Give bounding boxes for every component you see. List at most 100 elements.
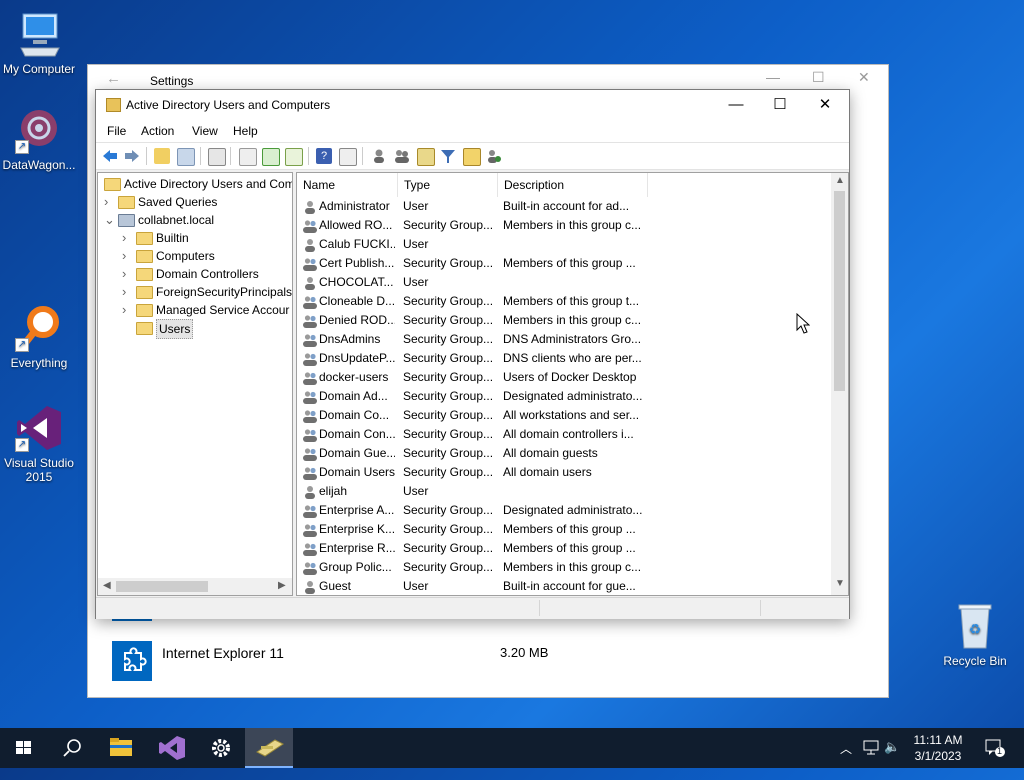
list-item[interactable]: elijah User	[297, 482, 831, 501]
chevron-right-icon[interactable]: ›	[122, 247, 132, 265]
scrollbar-thumb[interactable]	[116, 581, 208, 592]
menu-view[interactable]: View	[192, 124, 218, 138]
refresh-icon[interactable]	[262, 148, 280, 166]
network-icon[interactable]	[862, 738, 880, 778]
list-item[interactable]: DnsUpdateP... Security Group... DNS client…	[297, 349, 831, 368]
tree-node[interactable]: › Managed Service Accour	[122, 301, 292, 319]
desktop-icon-everything[interactable]: ↗ Everything	[0, 304, 81, 370]
console-tree[interactable]: Active Directory Users and Com › Saved Que…	[97, 172, 293, 596]
new-ou-icon[interactable]	[417, 148, 435, 166]
chevron-right-icon[interactable]: ›	[104, 193, 114, 211]
list-item[interactable]: Domain Co... Security Group... All worksta…	[297, 406, 831, 425]
notification-center-icon[interactable]: 1	[984, 738, 1006, 778]
up-folder-icon[interactable]	[154, 148, 170, 164]
tree-horizontal-scrollbar[interactable]: ◀ ▶	[98, 578, 292, 595]
tree-node[interactable]: › Computers	[122, 247, 292, 265]
cell-type: Security Group...	[403, 408, 494, 422]
list-item[interactable]: Cert Publish... Security Group... Members …	[297, 254, 831, 273]
close-icon[interactable]: ✕	[858, 69, 870, 86]
scroll-right-icon[interactable]: ▶	[278, 580, 286, 591]
scrollbar-thumb[interactable]	[834, 191, 845, 391]
title-bar[interactable]: Active Directory Users and Computers — ☐…	[96, 90, 849, 120]
details-list[interactable]: Name Type Description Administrator User B…	[296, 172, 849, 596]
properties-icon[interactable]	[239, 148, 257, 166]
aduc-window[interactable]: Active Directory Users and Computers — ☐…	[95, 89, 850, 619]
desktop-icon-recycle-bin[interactable]: ♻ Recycle Bin	[933, 602, 1017, 668]
chevron-right-icon[interactable]: ›	[122, 283, 132, 301]
export-list-icon[interactable]	[285, 148, 303, 166]
desktop-icon-visual-studio[interactable]: ↗ Visual Studio 2015	[0, 404, 81, 484]
action-pane-icon[interactable]	[339, 148, 357, 166]
list-item[interactable]: docker-users Security Group... Users of Do…	[297, 368, 831, 387]
tree-node[interactable]: › ForeignSecurityPrincipals	[122, 283, 292, 301]
tree-node[interactable]: › Saved Queries	[104, 193, 292, 211]
column-header-type[interactable]: Type	[398, 173, 498, 197]
list-item[interactable]: Group Polic... Security Group... Members i…	[297, 558, 831, 577]
cell-desc: All workstations and ser...	[503, 408, 640, 422]
taskbar-visual-studio[interactable]	[147, 728, 195, 768]
new-user-icon[interactable]	[371, 148, 387, 164]
filter-icon[interactable]	[440, 148, 456, 164]
list-item[interactable]: Calub FUCKI... User	[297, 235, 831, 254]
maximize-button[interactable]: ☐	[757, 90, 803, 120]
show-hidden-icons-chevron-up-icon[interactable]: ︿	[840, 740, 852, 780]
chevron-right-icon[interactable]: ›	[122, 301, 132, 319]
back-arrow-icon[interactable]: ←	[106, 70, 121, 87]
menu-file[interactable]: File	[107, 124, 126, 138]
close-button[interactable]: ✕	[802, 90, 848, 120]
tree-node[interactable]: ⌄ collabnet.local	[104, 211, 292, 229]
taskbar-settings[interactable]	[197, 728, 245, 768]
chevron-down-icon[interactable]: ⌄	[104, 211, 115, 229]
list-item[interactable]: Domain Users Security Group... All domain …	[297, 463, 831, 482]
list-item[interactable]: Denied ROD... Security Group... Members in…	[297, 311, 831, 330]
menu-action[interactable]: Action	[141, 124, 174, 138]
clipboard-icon[interactable]	[208, 148, 226, 166]
scroll-down-icon[interactable]: ▼	[835, 578, 845, 589]
list-item[interactable]: DnsAdmins Security Group... DNS Administra…	[297, 330, 831, 349]
list-item[interactable]: Cloneable D... Security Group... Members o…	[297, 292, 831, 311]
back-arrow-icon[interactable]	[102, 148, 118, 164]
forward-arrow-icon[interactable]	[124, 148, 140, 164]
scroll-up-icon[interactable]: ▲	[835, 175, 845, 186]
start-button[interactable]	[0, 728, 48, 768]
list-item[interactable]: CHOCOLAT... User	[297, 273, 831, 292]
column-header-description[interactable]: Description	[498, 173, 648, 197]
desktop-icon-datawagon[interactable]: ↗ DataWagon...	[0, 106, 81, 172]
minimize-icon[interactable]: —	[766, 69, 780, 85]
help-icon[interactable]: ?	[316, 148, 332, 164]
cell-desc: Members of this group ...	[503, 522, 636, 536]
menu-help[interactable]: Help	[233, 124, 258, 138]
tree-node[interactable]: Users	[122, 319, 292, 339]
scroll-left-icon[interactable]: ◀	[103, 580, 111, 591]
volume-icon[interactable]: 🔈	[884, 739, 900, 779]
list-item[interactable]: Enterprise R... Security Group... Members …	[297, 539, 831, 558]
clock[interactable]: 11:11 AM 3/1/2023	[902, 732, 974, 764]
maximize-icon[interactable]: ☐	[812, 69, 825, 86]
list-item[interactable]: Domain Gue... Security Group... All domain…	[297, 444, 831, 463]
find-icon[interactable]	[463, 148, 481, 166]
show-hide-tree-icon[interactable]	[177, 148, 195, 166]
taskbar-file-explorer[interactable]	[97, 728, 145, 768]
desktop-icon-my-computer[interactable]: My Computer	[0, 10, 81, 76]
taskbar-aduc[interactable]	[245, 728, 293, 768]
list-item[interactable]: Allowed RO... Security Group... Members in…	[297, 216, 831, 235]
chevron-right-icon[interactable]: ›	[122, 265, 132, 283]
search-button[interactable]	[48, 728, 96, 768]
add-to-group-icon[interactable]	[486, 148, 502, 164]
list-item[interactable]: Enterprise A... Security Group... Designat…	[297, 501, 831, 520]
list-item[interactable]: Domain Ad... Security Group... Designated …	[297, 387, 831, 406]
list-item[interactable]: Domain Con... Security Group... All domain…	[297, 425, 831, 444]
column-header-name[interactable]: Name	[297, 173, 398, 197]
new-group-icon[interactable]	[394, 148, 410, 164]
app-list-item[interactable]: Internet Explorer 11 3.20 MB	[112, 641, 862, 681]
list-item[interactable]: Enterprise K... Security Group... Members …	[297, 520, 831, 539]
tree-node[interactable]: › Domain Controllers	[122, 265, 292, 283]
minimize-button[interactable]: —	[713, 90, 759, 120]
list-item[interactable]: Administrator User Built-in account for ad…	[297, 197, 831, 216]
list-item[interactable]: Guest User Built-in account for gue...	[297, 577, 831, 595]
chevron-right-icon[interactable]: ›	[122, 229, 132, 247]
list-vertical-scrollbar[interactable]: ▲ ▼	[831, 173, 848, 595]
cell-name: DnsUpdateP...	[319, 351, 395, 365]
tree-node[interactable]: › Builtin	[122, 229, 292, 247]
tree-node[interactable]: Active Directory Users and Com	[104, 175, 292, 193]
